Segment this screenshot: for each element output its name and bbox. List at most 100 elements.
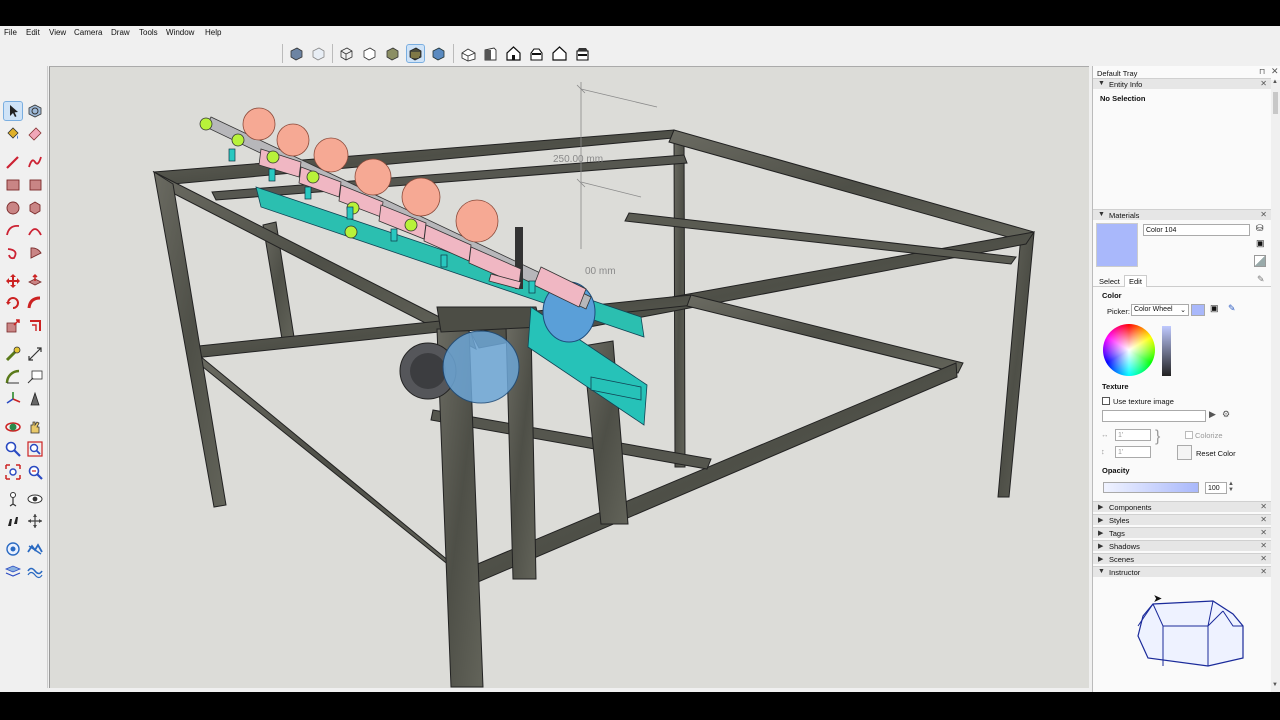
axes-tool-icon[interactable] — [4, 390, 22, 408]
section-plane-tool-icon[interactable] — [26, 512, 44, 530]
two-point-arc-tool-icon[interactable] — [26, 221, 44, 239]
menu-view[interactable]: View — [49, 28, 66, 37]
iso-view-icon[interactable] — [460, 45, 477, 62]
tape-measure-tool-icon[interactable] — [4, 345, 22, 363]
match-model-color-icon[interactable]: ▣ — [1210, 303, 1219, 314]
previous-view-icon[interactable] — [26, 463, 44, 481]
brightness-slider[interactable] — [1162, 326, 1171, 376]
materials-header[interactable]: ▼ Materials ✕ — [1093, 209, 1271, 220]
opacity-value-field[interactable] — [1205, 482, 1227, 494]
tray-scrollbar[interactable]: ▲ ▼ — [1271, 79, 1280, 692]
select-tool-icon[interactable] — [3, 101, 23, 121]
menu-window[interactable]: Window — [166, 28, 194, 37]
picker-dropdown[interactable]: Color Wheel ⌄ — [1131, 304, 1189, 316]
aspect-lock-icon[interactable]: } — [1155, 428, 1160, 446]
scroll-thumb[interactable] — [1273, 92, 1278, 114]
panel-close-icon[interactable]: ✕ — [1260, 554, 1267, 563]
front-view-icon[interactable] — [505, 45, 522, 62]
position-camera-tool-icon[interactable] — [4, 490, 22, 508]
rotate-tool-icon[interactable] — [4, 294, 22, 312]
instructor-header[interactable]: ▼ Instructor ✕ — [1093, 566, 1271, 577]
panel-close-icon[interactable]: ✕ — [1260, 567, 1267, 576]
top-view-icon[interactable] — [482, 45, 499, 62]
dimension-tool-icon[interactable] — [26, 345, 44, 363]
look-around-tool-icon[interactable] — [26, 490, 44, 508]
rotated-rectangle-tool-icon[interactable] — [26, 176, 44, 194]
layers-tool-icon[interactable] — [4, 562, 22, 580]
create-material-icon[interactable]: ⛁ — [1256, 223, 1264, 234]
zoom-extents-tool-icon[interactable] — [4, 463, 22, 481]
eyedropper-icon[interactable]: ✎ — [1257, 274, 1265, 285]
wireframe-style-icon[interactable] — [338, 45, 355, 62]
panel-close-icon[interactable]: ✕ — [1260, 528, 1267, 537]
circle-tool-icon[interactable] — [4, 199, 22, 217]
machine-frame-model[interactable]: 250.00 mm 00 mm — [50, 67, 1089, 688]
menu-file[interactable]: File — [4, 28, 17, 37]
pie-tool-icon[interactable] — [26, 244, 44, 262]
texture-height-field[interactable] — [1115, 446, 1151, 458]
polygon-tool-icon[interactable] — [26, 199, 44, 217]
menu-edit[interactable]: Edit — [26, 28, 40, 37]
tray-close-icon[interactable]: ✕ — [1271, 66, 1279, 77]
scroll-down-icon[interactable]: ▼ — [1272, 682, 1278, 688]
move-tool-icon[interactable] — [4, 272, 22, 290]
material-cube-icon[interactable]: ▣ — [1256, 238, 1265, 249]
opacity-spinner-icon[interactable]: ▲ ▼ — [1228, 481, 1234, 493]
scroll-up-icon[interactable]: ▲ — [1272, 79, 1278, 85]
line-tool-icon[interactable] — [4, 153, 22, 171]
rectangle-tool-icon[interactable] — [4, 176, 22, 194]
entity-info-header[interactable]: ▼ Entity Info ✕ — [1093, 78, 1271, 89]
opacity-slider[interactable] — [1103, 482, 1199, 493]
terrain-tool-icon[interactable] — [26, 540, 44, 558]
shaded-style-icon[interactable] — [384, 45, 401, 62]
panel-close-icon[interactable]: ✕ — [1260, 541, 1267, 550]
text-tool-icon[interactable] — [26, 368, 44, 386]
edit-texture-icon[interactable]: ⚙ — [1222, 409, 1230, 420]
menu-draw[interactable]: Draw — [111, 28, 130, 37]
panel-close-icon[interactable]: ✕ — [1260, 515, 1267, 524]
styles-header[interactable]: ▶ Styles ✕ — [1093, 514, 1271, 525]
tab-select[interactable]: Select — [1099, 277, 1120, 286]
add-location-icon[interactable] — [4, 540, 22, 558]
arc-tool-icon[interactable] — [4, 221, 22, 239]
three-point-arc-tool-icon[interactable] — [4, 244, 22, 262]
right-view-icon[interactable] — [528, 45, 545, 62]
sandbox-tool-icon[interactable] — [26, 562, 44, 580]
monochrome-style-icon[interactable] — [430, 45, 447, 62]
panel-close-icon[interactable]: ✕ — [1260, 502, 1267, 511]
reset-color-swatch[interactable] — [1177, 445, 1192, 460]
components-header[interactable]: ▶ Components ✕ — [1093, 501, 1271, 512]
hidden-line-style-icon[interactable] — [361, 45, 378, 62]
paint-bucket-tool-icon[interactable] — [4, 124, 22, 142]
menu-help[interactable]: Help — [205, 28, 221, 37]
scale-tool-icon[interactable] — [4, 317, 22, 335]
color-wheel[interactable] — [1103, 324, 1155, 376]
make-component-tool-icon[interactable] — [26, 102, 44, 120]
use-texture-checkbox[interactable] — [1102, 397, 1110, 405]
zoom-window-tool-icon[interactable] — [26, 440, 44, 458]
sample-paint-icon[interactable] — [1254, 255, 1266, 267]
menu-camera[interactable]: Camera — [74, 28, 102, 37]
shadows-header[interactable]: ▶ Shadows ✕ — [1093, 540, 1271, 551]
material-name-field[interactable] — [1143, 224, 1250, 236]
xray-style-icon[interactable] — [288, 45, 305, 62]
menu-tools[interactable]: Tools — [139, 28, 158, 37]
freehand-tool-icon[interactable] — [26, 153, 44, 171]
match-screen-color-icon[interactable]: ✎ — [1228, 303, 1236, 314]
pin-icon[interactable]: ⊓ — [1259, 67, 1265, 76]
push-pull-tool-icon[interactable] — [26, 272, 44, 290]
follow-me-tool-icon[interactable] — [26, 294, 44, 312]
orbit-tool-icon[interactable] — [4, 418, 22, 436]
browse-folder-icon[interactable]: ▶ — [1209, 409, 1216, 420]
tab-edit[interactable]: Edit — [1124, 275, 1147, 287]
panel-close-icon[interactable]: ✕ — [1260, 210, 1267, 219]
back-edges-style-icon[interactable] — [310, 45, 327, 62]
shaded-textures-style-icon[interactable] — [406, 44, 425, 63]
eraser-tool-icon[interactable] — [26, 124, 44, 142]
zoom-tool-icon[interactable] — [4, 440, 22, 458]
back-view-icon[interactable] — [551, 45, 568, 62]
panel-close-icon[interactable]: ✕ — [1260, 79, 1267, 88]
protractor-tool-icon[interactable] — [4, 368, 22, 386]
texture-path-field[interactable] — [1102, 410, 1206, 422]
3d-text-tool-icon[interactable] — [26, 390, 44, 408]
